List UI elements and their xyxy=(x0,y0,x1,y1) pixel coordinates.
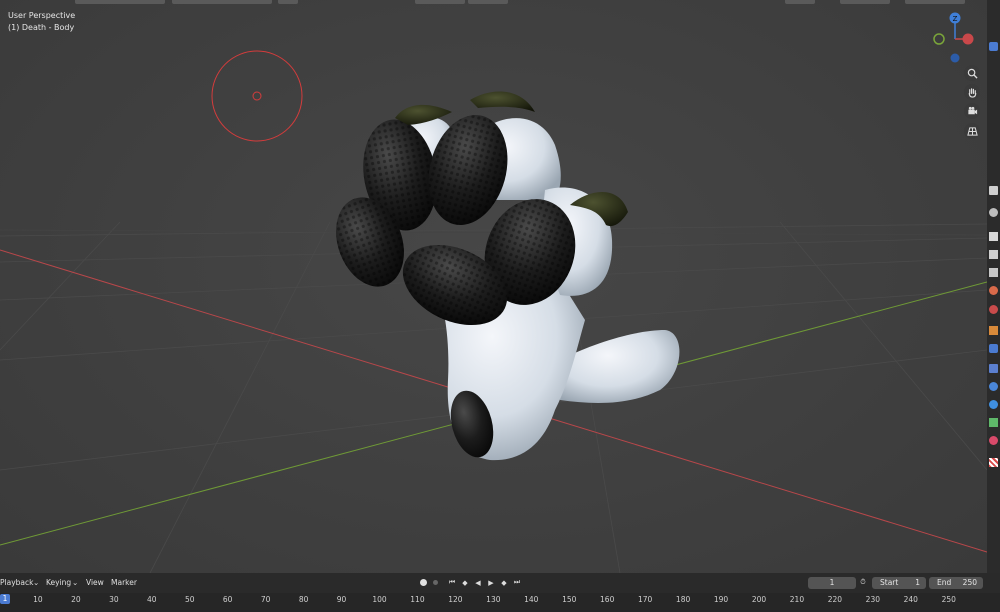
chevron-down-icon: ⌄ xyxy=(72,578,79,587)
auto-keying-icon[interactable] xyxy=(418,577,428,588)
frame-tick-label: 10 xyxy=(33,595,43,604)
scene-tab-icon[interactable] xyxy=(989,286,998,295)
texture-tab-icon[interactable] xyxy=(989,458,998,467)
frame-tick-label: 180 xyxy=(675,595,691,604)
frame-tick-label: 150 xyxy=(562,595,577,604)
frame-tick-label: 100 xyxy=(372,595,387,604)
frame-tick-label: 80 xyxy=(298,595,309,604)
active-tool-icon[interactable] xyxy=(989,42,998,51)
particles-tab-icon[interactable] xyxy=(989,364,998,373)
gizmo-z-label: Z xyxy=(953,15,958,23)
render-tab-icon[interactable] xyxy=(989,232,998,241)
end-frame-field[interactable]: End 250 xyxy=(929,577,983,589)
frame-tick-label: 40 xyxy=(147,595,157,604)
prev-keyframe-icon[interactable]: ◆ xyxy=(460,577,470,588)
gizmo-neg-y-axis xyxy=(933,33,945,45)
properties-tab-strip xyxy=(987,0,1000,573)
frame-tick-label: 50 xyxy=(184,595,195,604)
keying-set-icon[interactable] xyxy=(430,577,440,588)
physics-tab-icon[interactable] xyxy=(989,382,998,391)
frame-tick-label: 220 xyxy=(827,595,843,604)
start-label: Start xyxy=(880,578,899,587)
jump-end-icon[interactable]: ⏭ xyxy=(512,577,522,588)
frame-tick-label: 230 xyxy=(865,595,881,604)
hand-pan-icon[interactable] xyxy=(964,84,980,100)
gizmo-neg-z-axis xyxy=(950,53,960,63)
frame-tick-label: 90 xyxy=(336,595,347,604)
frame-tick-label: 140 xyxy=(524,595,539,604)
start-frame-field[interactable]: Start 1 xyxy=(872,577,926,589)
camera-icon[interactable] xyxy=(964,103,980,119)
playback-menu[interactable]: Playback xyxy=(0,578,33,587)
view-menu[interactable]: View xyxy=(86,578,104,587)
3d-cursor xyxy=(211,50,303,142)
perspective-label: User Perspective xyxy=(8,11,76,20)
navigation-gizmo[interactable]: Z xyxy=(930,10,980,66)
paw-model xyxy=(336,91,680,461)
chevron-down-icon: ⌄ xyxy=(33,578,40,587)
frame-tick-label: 250 xyxy=(941,595,956,604)
end-label: End xyxy=(937,578,952,587)
frame-tick-label: 170 xyxy=(637,595,653,604)
object-tab-icon[interactable] xyxy=(989,326,998,335)
start-value: 1 xyxy=(915,578,920,587)
next-keyframe-icon[interactable]: ◆ xyxy=(499,577,509,588)
view-layer-tab-icon[interactable] xyxy=(989,268,998,277)
frame-tick-label: 160 xyxy=(600,595,615,604)
frame-tick-label: 210 xyxy=(789,595,805,604)
world-tab-icon[interactable] xyxy=(989,305,998,314)
timeline-editor: Playback ⌄ Keying ⌄ View Marker ⏮ ◆ ◀ ▶ … xyxy=(0,573,1000,612)
frame-tick-label: 130 xyxy=(486,595,501,604)
frame-ruler[interactable]: 1 10 20 30 40 50 60 70 80 90 100 110 120 130 140 150 16… xyxy=(0,593,1000,612)
frame-tick-label: 120 xyxy=(448,595,463,604)
play-icon[interactable]: ▶ xyxy=(486,577,496,588)
frame-tick-label: 70 xyxy=(260,595,271,604)
tool-tab-icon[interactable] xyxy=(989,186,998,195)
modifier-tab-icon[interactable] xyxy=(989,344,998,353)
material-tab-icon[interactable] xyxy=(989,436,998,445)
frame-tick-label: 110 xyxy=(410,595,425,604)
play-reverse-icon[interactable]: ◀ xyxy=(473,577,483,588)
frame-tick-label: 200 xyxy=(751,595,767,604)
frame-tick-label: 30 xyxy=(109,595,119,604)
3d-viewport[interactable]: User Perspective (1) Death - Body Z xyxy=(0,0,987,573)
keying-menu[interactable]: Keying xyxy=(46,578,71,587)
frame-tick-label: 60 xyxy=(222,595,233,604)
gizmo-x-axis xyxy=(962,33,974,45)
stopwatch-icon[interactable]: ⏱ xyxy=(858,577,868,588)
tool-settings-icon[interactable] xyxy=(989,208,998,217)
zoom-icon[interactable] xyxy=(964,65,980,81)
end-value: 250 xyxy=(962,578,977,587)
viewport-scene xyxy=(0,50,987,573)
grid-icon[interactable] xyxy=(964,123,980,139)
playhead[interactable]: 1 xyxy=(0,594,10,604)
constraints-tab-icon[interactable] xyxy=(989,400,998,409)
current-frame-field[interactable]: 1 xyxy=(808,577,856,589)
data-tab-icon[interactable] xyxy=(989,418,998,427)
jump-start-icon[interactable]: ⏮ xyxy=(447,577,457,588)
marker-menu[interactable]: Marker xyxy=(111,578,137,587)
frame-tick-label: 240 xyxy=(903,595,918,604)
active-object-label: (1) Death - Body xyxy=(8,23,75,32)
output-tab-icon[interactable] xyxy=(989,250,998,259)
frame-tick-label: 190 xyxy=(713,595,729,604)
timeline-header: Playback ⌄ Keying ⌄ View Marker ⏮ ◆ ◀ ▶ … xyxy=(0,573,1000,593)
frame-tick-label: 20 xyxy=(71,595,81,604)
